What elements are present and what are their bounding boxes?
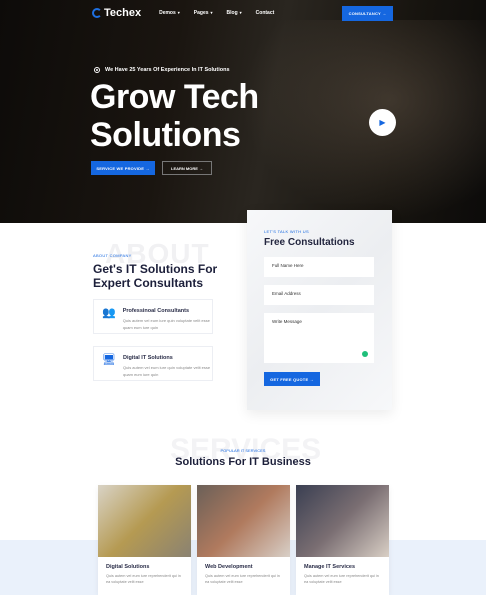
nav-item-pages[interactable]: Pages ▾ xyxy=(194,10,213,16)
experience-tagline: We Have 25 Years Of Experience In IT Sol… xyxy=(94,67,230,73)
nav-item-contact[interactable]: Contact xyxy=(256,10,275,16)
get-free-quote-button[interactable]: GET FREE QUOTE → xyxy=(264,372,320,386)
about-subtitle: ABOUT COMPANY xyxy=(93,253,132,258)
experience-text: We Have 25 Years Of Experience In IT Sol… xyxy=(105,67,230,73)
service-card[interactable]: Digital Solutions Quis autem vel eum iure… xyxy=(98,485,191,595)
service-image xyxy=(197,485,290,557)
service-title: Web Development xyxy=(205,564,253,570)
about-title: Get's IT Solutions For Expert Consultant… xyxy=(93,262,218,290)
full-name-input[interactable]: Full Name Here xyxy=(264,257,374,277)
service-image xyxy=(98,485,191,557)
message-placeholder: Write Message xyxy=(272,319,302,324)
service-text: Quis autem vel eum iure reprehenderit qu… xyxy=(304,574,379,584)
monitor-icon: 🖥 xyxy=(102,354,116,366)
service-title: Digital Solutions xyxy=(106,564,150,570)
email-input[interactable]: Email Address xyxy=(264,285,374,305)
chevron-down-icon: ▾ xyxy=(239,10,242,15)
form-subtitle: LET'S TALK WITH US xyxy=(264,229,309,234)
message-textarea[interactable]: Write Message xyxy=(264,313,374,363)
nav-label: Pages xyxy=(193,10,209,16)
service-title: Manage IT Services xyxy=(304,564,356,570)
chevron-down-icon: ▾ xyxy=(210,10,213,15)
main-menu: Demos ▾ Pages ▾ Blog ▾ Contact xyxy=(159,10,274,16)
hero-title-line: Solutions xyxy=(90,116,241,154)
feature-title: Digital IT Solutions xyxy=(122,355,173,361)
users-icon: 👥 xyxy=(102,307,116,319)
service-text: Quis autem vel eum iure reprehenderit qu… xyxy=(205,574,280,584)
chevron-down-icon: ▾ xyxy=(177,10,180,15)
brand-name: Techex xyxy=(104,7,142,19)
about-section: ABOUT COMPANY Get's IT Solutions For Exp… xyxy=(93,240,233,290)
service-we-provide-button[interactable]: SERVICE WE PROVIDE → xyxy=(91,161,155,175)
service-image xyxy=(296,485,389,557)
nav-item-demos[interactable]: Demos ▾ xyxy=(159,10,180,16)
feature-title: Professinoal Consultants xyxy=(122,308,190,314)
feature-card: 🖥 Digital IT Solutions Quis autem vel eum… xyxy=(93,346,213,381)
logo[interactable]: Techex xyxy=(92,7,141,19)
feature-text: Quis autem vel eum iure quin voluptate v… xyxy=(122,318,210,330)
logo-icon xyxy=(92,8,102,18)
navbar: Techex Demos ▾ Pages ▾ Blog ▾ Contact CONSU… xyxy=(92,5,393,21)
services-title: Solutions For IT Business xyxy=(175,456,311,468)
hero-background-image xyxy=(240,20,486,220)
play-video-button[interactable]: ▶ xyxy=(369,109,396,136)
nav-label: Demos xyxy=(159,10,176,16)
hero-title-line: Grow Tech xyxy=(90,78,259,116)
service-text: Quis autem vel eum iure reprehenderit qu… xyxy=(106,574,181,584)
feature-text: Quis autem vel eum iure quin voluptate v… xyxy=(122,365,211,377)
feature-card: 👥 Professinoal Consultants Quis autem vel… xyxy=(93,299,213,334)
form-title: Free Consultations xyxy=(264,237,355,248)
nav-item-blog[interactable]: Blog ▾ xyxy=(227,10,242,16)
consultancy-button[interactable]: CONSULTANCY → xyxy=(342,5,393,21)
play-icon: ▶ xyxy=(379,118,386,127)
grammarly-icon[interactable] xyxy=(362,351,368,357)
services-subtitle: POPULAR IT SERVICES xyxy=(220,448,266,453)
hero: Techex Demos ▾ Pages ▾ Blog ▾ Contact CONSU… xyxy=(0,0,486,223)
learn-more-button[interactable]: LEARN MORE → xyxy=(162,161,212,175)
service-card[interactable]: Web Development Quis autem vel eum iure r… xyxy=(197,485,290,595)
target-icon xyxy=(94,67,100,73)
consultation-form: LET'S TALK WITH US Free Consultations Fu… xyxy=(247,210,392,410)
nav-label: Blog xyxy=(226,10,238,16)
hero-title: Grow Tech Solutions xyxy=(90,78,259,154)
service-card[interactable]: Manage IT Services Quis autem vel eum iur… xyxy=(296,485,389,595)
